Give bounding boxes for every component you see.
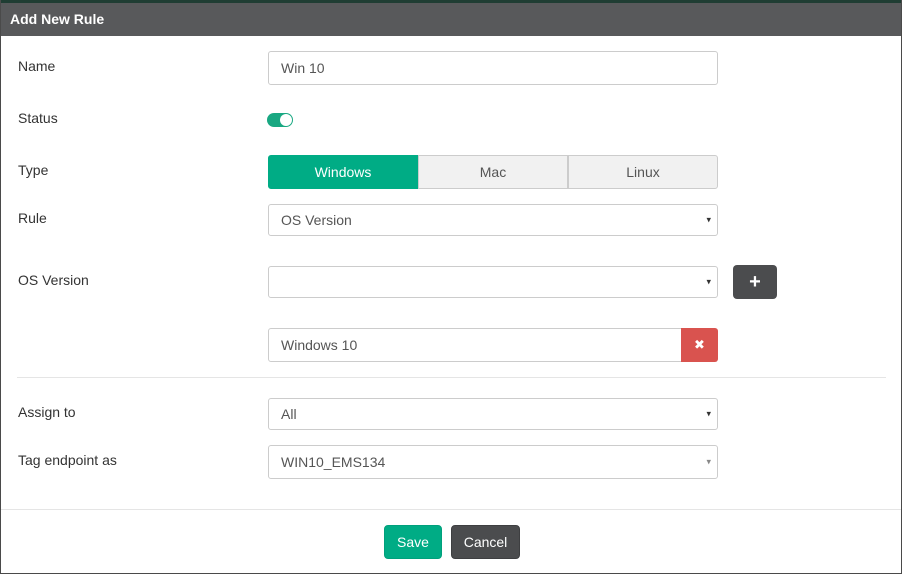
remove-os-version-button[interactable]: ✖ xyxy=(681,328,718,362)
chevron-down-icon: ▾ xyxy=(706,456,711,467)
status-toggle[interactable] xyxy=(267,113,293,127)
name-label: Name xyxy=(18,58,56,74)
chevron-down-icon: ▾ xyxy=(706,276,711,287)
add-os-version-button[interactable]: + xyxy=(733,265,777,299)
added-os-version-field[interactable]: Windows 10 xyxy=(268,328,682,362)
rule-select[interactable]: OS Version ▾ xyxy=(268,204,718,236)
rule-select-value: OS Version xyxy=(281,212,352,228)
tag-endpoint-select-value: WIN10_EMS134 xyxy=(281,454,386,470)
assign-to-select-value: All xyxy=(281,406,297,422)
name-input-value: Win 10 xyxy=(281,60,325,76)
rule-label: Rule xyxy=(18,210,47,226)
status-label: Status xyxy=(18,110,58,126)
assign-to-select[interactable]: All ▾ xyxy=(268,398,718,430)
type-option-mac[interactable]: Mac xyxy=(418,155,568,189)
dialog-title: Add New Rule xyxy=(10,11,105,27)
added-os-version-value: Windows 10 xyxy=(281,337,358,353)
footer-divider xyxy=(1,509,901,510)
close-icon: ✖ xyxy=(694,337,705,352)
add-rule-dialog: Add New Rule Name Win 10 Status Type Win… xyxy=(0,0,902,574)
type-label: Type xyxy=(18,162,49,178)
type-option-windows[interactable]: Windows xyxy=(268,155,418,189)
section-divider xyxy=(17,377,886,378)
save-button[interactable]: Save xyxy=(384,525,442,559)
tag-endpoint-label: Tag endpoint as xyxy=(18,452,117,468)
plus-icon: + xyxy=(749,270,761,293)
type-option-linux[interactable]: Linux xyxy=(568,155,718,189)
os-version-label: OS Version xyxy=(18,272,89,288)
dialog-header: Add New Rule xyxy=(1,3,901,36)
tag-endpoint-select[interactable]: WIN10_EMS134 ▾ xyxy=(268,445,718,479)
os-version-select[interactable]: ▾ xyxy=(268,266,718,298)
assign-to-label: Assign to xyxy=(18,404,76,420)
chevron-down-icon: ▾ xyxy=(706,214,711,225)
chevron-down-icon: ▾ xyxy=(706,408,711,419)
cancel-button[interactable]: Cancel xyxy=(451,525,520,559)
toggle-knob xyxy=(280,114,292,126)
name-input[interactable]: Win 10 xyxy=(268,51,718,85)
